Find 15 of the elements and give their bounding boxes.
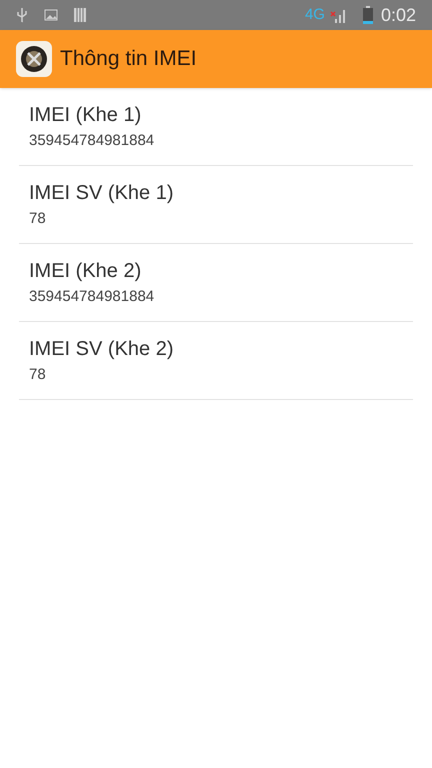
- list-item[interactable]: IMEI (Khe 1) 359454784981884: [19, 88, 413, 166]
- list-item[interactable]: IMEI (Khe 2) 359454784981884: [19, 244, 413, 322]
- clock: 0:02: [380, 4, 416, 26]
- list-item[interactable]: IMEI SV (Khe 2) 78: [19, 322, 413, 400]
- app-title: Thông tin IMEI: [60, 46, 197, 72]
- item-title: IMEI (Khe 2): [29, 258, 142, 284]
- item-title: IMEI SV (Khe 1): [29, 180, 174, 206]
- list-item[interactable]: IMEI SV (Khe 1) 78: [19, 166, 413, 244]
- item-value: 78: [29, 366, 47, 384]
- item-title: IMEI SV (Khe 2): [29, 336, 174, 362]
- network-type: 4G: [304, 4, 325, 25]
- item-value: 359454784981884: [29, 288, 156, 306]
- item-value: 359454784981884: [29, 132, 156, 150]
- item-value: 78: [29, 210, 47, 228]
- item-title: IMEI (Khe 1): [29, 102, 142, 128]
